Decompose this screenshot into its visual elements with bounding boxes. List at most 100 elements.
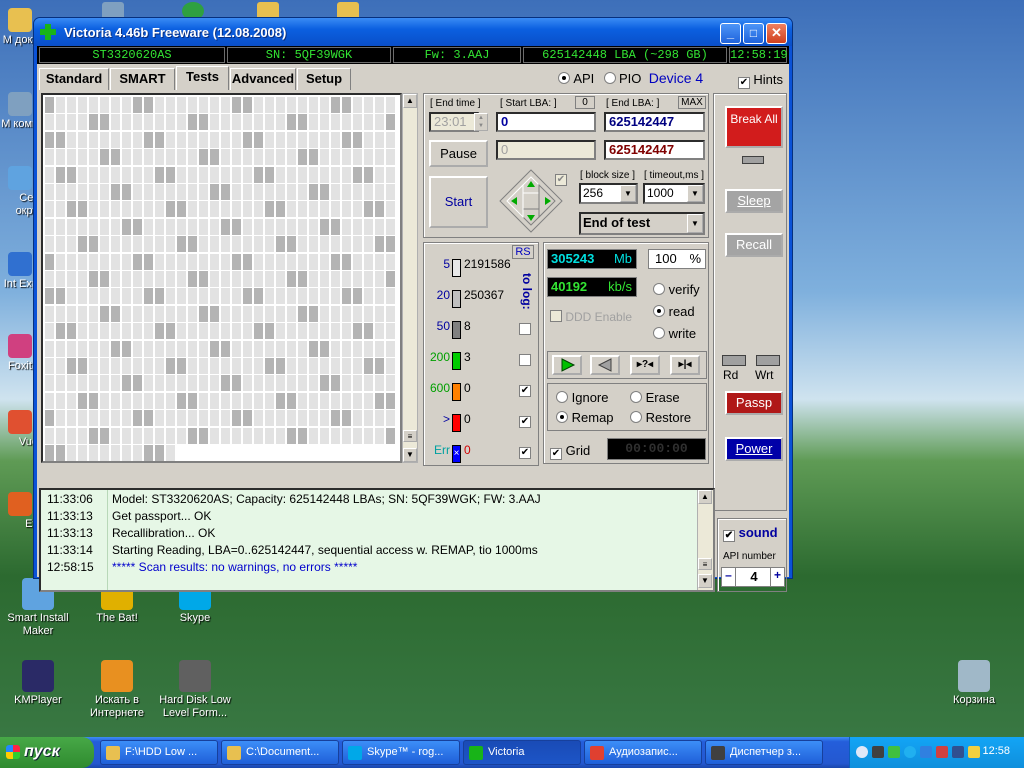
taskbar-button[interactable]: Victoria <box>463 740 581 765</box>
remap-option[interactable]: Remap <box>556 410 614 425</box>
tray-app-icon[interactable] <box>936 746 948 758</box>
sector-cell <box>221 201 230 218</box>
start-button[interactable]: Start <box>429 176 488 228</box>
volume-icon[interactable] <box>968 746 980 758</box>
sector-cell <box>210 340 219 357</box>
log-toggle-checkbox[interactable] <box>519 354 531 366</box>
restore-radio[interactable] <box>630 411 642 423</box>
end-lba-max-button[interactable]: MAX <box>678 96 706 109</box>
taskbar-button[interactable]: Skype™ - rog... <box>342 740 460 765</box>
api-number-stepper[interactable]: – 4 + <box>721 567 785 587</box>
log-scroll-thumb[interactable]: ≡ <box>698 558 712 570</box>
desktop-shortcut[interactable]: Корзина <box>934 660 1014 707</box>
tab-setup[interactable]: Setup <box>297 68 351 90</box>
log-toggle-checkbox[interactable]: ✔ <box>519 447 531 459</box>
start-lba-zero-button[interactable]: 0 <box>575 96 595 109</box>
tray-app-icon[interactable] <box>888 746 900 758</box>
sector-cell <box>133 131 142 148</box>
passp-button[interactable]: Passp <box>725 391 783 415</box>
tray-expand-icon[interactable] <box>856 746 868 758</box>
timeout-select[interactable]: 1000 ▼ <box>643 183 705 204</box>
read-radio[interactable] <box>653 305 665 317</box>
break-all-button[interactable]: Break All <box>725 106 783 148</box>
taskbar-button[interactable]: C:\Document... <box>221 740 339 765</box>
sector-cell <box>45 201 54 218</box>
sound-toggle[interactable]: ✔ sound <box>723 525 778 542</box>
end-lba-field[interactable]: 625142447 <box>604 112 705 132</box>
device-label[interactable]: Device 4 <box>649 70 703 86</box>
tab-standard[interactable]: Standard <box>39 68 109 90</box>
title-bar[interactable]: Victoria 4.46b Freeware (12.08.2008) _ □… <box>34 18 792 46</box>
ignore-radio[interactable] <box>556 391 568 403</box>
sector-cell <box>111 184 120 200</box>
sector-cell <box>210 288 219 305</box>
grid-checkbox[interactable]: ✔ <box>550 448 562 460</box>
skip-unknown-icon[interactable]: ▸?◂ <box>630 355 660 375</box>
erase-option[interactable]: Erase <box>630 390 680 405</box>
verify-radio[interactable] <box>653 283 665 295</box>
scroll-up-button[interactable]: ▲ <box>403 94 417 108</box>
start-button[interactable]: пуск <box>0 737 94 768</box>
pause-button[interactable]: Pause <box>429 140 488 167</box>
tab-smart[interactable]: SMART <box>110 68 175 90</box>
write-option[interactable]: write <box>653 326 696 341</box>
start-lba-field[interactable]: 0 <box>496 112 596 132</box>
desktop-shortcut[interactable]: KMPlayer <box>0 660 78 707</box>
play-icon[interactable] <box>552 355 582 375</box>
api-minus-button[interactable]: – <box>722 568 736 586</box>
close-button[interactable]: ✕ <box>766 23 787 44</box>
end-time-field[interactable]: 23:01 <box>429 112 479 132</box>
log-toggle-checkbox[interactable] <box>519 323 531 335</box>
log-scroll-down-button[interactable]: ▼ <box>698 574 712 588</box>
taskbar-button[interactable]: Аудиозапис... <box>584 740 702 765</box>
minimize-button[interactable]: _ <box>720 23 741 44</box>
recall-button[interactable]: Recall <box>725 233 783 257</box>
hints-toggle[interactable]: ✔ Hints <box>738 72 783 89</box>
goto-end-icon[interactable]: ▸|◂ <box>670 355 700 375</box>
write-radio[interactable] <box>653 327 665 339</box>
log-scrollbar[interactable]: ▲ ≡ ▼ <box>697 490 713 590</box>
log-toggle-checkbox[interactable]: ✔ <box>519 385 531 397</box>
tab-advanced[interactable]: Advanced <box>230 68 296 90</box>
rewind-icon[interactable] <box>590 355 620 375</box>
desktop-shortcut[interactable]: Искать в Интернете <box>77 660 157 720</box>
taskbar-button[interactable]: Диспетчер з... <box>705 740 823 765</box>
sector-cell <box>364 149 373 166</box>
api-radio[interactable] <box>558 72 570 84</box>
scroll-down-button[interactable]: ▼ <box>403 448 417 462</box>
tray-app-icon[interactable] <box>920 746 932 758</box>
erase-radio[interactable] <box>630 391 642 403</box>
taskbar-button[interactable]: F:\HDD Low ... <box>100 740 218 765</box>
maximize-button[interactable]: □ <box>743 23 764 44</box>
log-toggle-checkbox[interactable]: ✔ <box>519 416 531 428</box>
restore-option[interactable]: Restore <box>630 410 691 425</box>
tray-app-icon[interactable] <box>872 746 884 758</box>
pio-radio[interactable] <box>603 72 616 84</box>
sound-checkbox[interactable]: ✔ <box>723 530 735 542</box>
tray-app-icon[interactable] <box>904 746 916 758</box>
language-flag-icon[interactable] <box>952 746 964 758</box>
sector-cell <box>210 201 219 218</box>
sector-cell <box>67 392 76 409</box>
read-option[interactable]: read <box>653 304 695 319</box>
grid-toggle[interactable]: ✔ Grid <box>550 443 590 460</box>
tab-tests[interactable]: Tests <box>176 66 229 90</box>
block-size-select[interactable]: 256 ▼ <box>579 183 638 204</box>
sleep-button[interactable]: Sleep <box>725 189 783 213</box>
sector-cell <box>342 271 351 287</box>
ignore-option[interactable]: Ignore <box>556 390 609 405</box>
hints-checkbox[interactable]: ✔ <box>738 77 750 89</box>
desktop-shortcut[interactable]: Hard Disk Low Level Form... <box>155 660 235 720</box>
power-button[interactable]: Power <box>725 437 783 461</box>
sector-cell <box>353 166 362 183</box>
end-time-spinner[interactable]: ▲ ▼ <box>474 113 488 131</box>
log-scroll-up-button[interactable]: ▲ <box>698 490 712 504</box>
grid-scrollbar[interactable]: ▲ ≡ ▼ <box>402 93 418 463</box>
verify-option[interactable]: verify <box>653 282 700 297</box>
scroll-thumb[interactable]: ≡ <box>403 430 417 442</box>
sector-cell <box>210 218 219 235</box>
end-action-select[interactable]: End of test ▼ <box>579 212 705 235</box>
api-plus-button[interactable]: + <box>770 568 784 586</box>
sector-cell <box>342 236 351 253</box>
remap-radio[interactable] <box>556 411 568 423</box>
